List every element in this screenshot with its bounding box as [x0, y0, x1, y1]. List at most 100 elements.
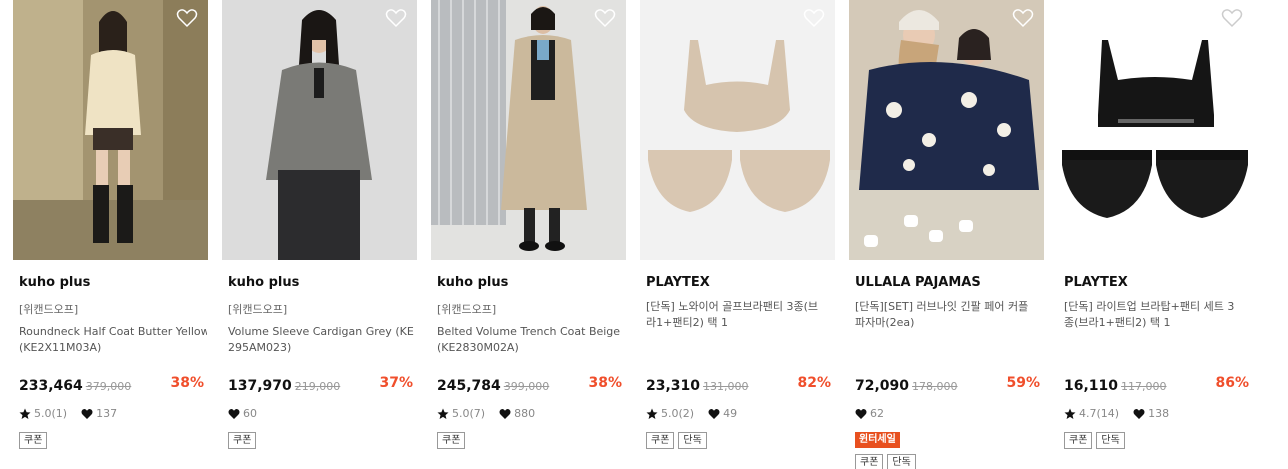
product-name-line: [단독][SET] 러브나잇 긴팔 페어 커플 — [855, 300, 1029, 313]
price-row: 245,784 399,000 38% — [437, 375, 622, 395]
product-card[interactable]: PLAYTEX [단독] 라이트업 브라탑+팬티 세트 3 종(브라1+팬티2)… — [1058, 0, 1253, 469]
sale-price: 72,090 — [855, 378, 910, 394]
product-name[interactable]: [단독] 라이트업 브라탑+팬티 세트 3 종(브라1+팬티2) 택 1 — [1064, 299, 1252, 331]
sale-price: 23,310 — [646, 378, 701, 394]
original-price: 379,000 — [85, 380, 132, 393]
heart-outline-icon[interactable] — [385, 8, 407, 28]
brand-name[interactable]: kuho plus — [437, 275, 508, 290]
product-name[interactable]: Roundneck Half Coat Butter Yellow (KE2X1… — [19, 324, 207, 356]
product-image[interactable] — [222, 0, 417, 260]
coupon-tag: 쿠폰 — [19, 432, 48, 449]
discount-rate: 38% — [588, 375, 622, 391]
product-card[interactable]: PLAYTEX [단독] 노와이어 골프브라팬티 3종(브 라1+팬티2) 택 … — [640, 0, 835, 469]
product-tagline: [위캔드오프] — [437, 303, 497, 316]
original-price: 117,000 — [1121, 380, 1167, 393]
discount-rate: 86% — [1215, 375, 1249, 391]
heart-filled-icon — [499, 408, 511, 420]
product-name-line: (KE2X11M03A) — [19, 341, 102, 354]
heart-outline-icon[interactable] — [1221, 8, 1243, 28]
product-card[interactable]: ULLALA PAJAMAS [단독][SET] 러브나잇 긴팔 페어 커플 파… — [849, 0, 1044, 469]
heart-filled-icon — [228, 408, 240, 420]
rating-value: 5.0(1) — [34, 407, 68, 420]
brand-name[interactable]: PLAYTEX — [646, 275, 710, 290]
original-price: 399,000 — [503, 380, 550, 393]
coupon-tag: 쿠폰 — [855, 454, 884, 469]
rating-value: 5.0(2) — [661, 407, 695, 420]
discount-rate: 37% — [379, 375, 413, 391]
sale-price: 245,784 — [437, 378, 501, 394]
product-name-line: [단독] 노와이어 골프브라팬티 3종(브 — [646, 300, 819, 313]
product-image[interactable] — [849, 0, 1044, 260]
heart-outline-icon[interactable] — [1012, 8, 1034, 28]
product-card[interactable]: kuho plus [위캔드오프] Volume Sleeve Cardigan… — [222, 0, 417, 469]
heart-outline-icon[interactable] — [594, 8, 616, 28]
review-meta: 5.0(1) 137 — [19, 407, 117, 420]
original-price: 178,000 — [912, 380, 958, 393]
brand-name[interactable]: ULLALA PAJAMAS — [855, 275, 981, 290]
product-image[interactable] — [1058, 0, 1253, 260]
tag-list: 쿠폰 — [228, 432, 257, 449]
product-name-line: (KE2830M02A) — [437, 341, 519, 354]
star-icon — [19, 408, 31, 420]
coupon-tag: 쿠폰 — [228, 432, 257, 449]
sale-price: 233,464 — [19, 378, 83, 394]
product-card[interactable]: kuho plus [위캔드오프] Belted Volume Trench C… — [431, 0, 626, 469]
brand-name[interactable]: PLAYTEX — [1064, 275, 1128, 290]
star-icon — [646, 408, 658, 420]
product-name-line: 295AM023) — [228, 341, 292, 354]
product-image[interactable] — [431, 0, 626, 260]
brand-name[interactable]: kuho plus — [228, 275, 299, 290]
product-tagline: [위캔드오프] — [228, 303, 288, 316]
exclusive-tag: 단독 — [678, 432, 707, 449]
tag-list: 쿠폰 — [437, 432, 466, 449]
heart-outline-icon[interactable] — [176, 8, 198, 28]
price-row: 72,090 178,000 59% — [855, 375, 1040, 395]
review-meta: 5.0(2) 49 — [646, 407, 737, 420]
review-meta: 4.7(14) 138 — [1064, 407, 1169, 420]
review-meta: 62 — [855, 407, 884, 420]
star-icon — [437, 408, 449, 420]
exclusive-tag: 단독 — [887, 454, 916, 469]
product-name[interactable]: [단독][SET] 러브나잇 긴팔 페어 커플 파자마(2ea) — [855, 299, 1043, 331]
winter-sale-badge: 윈터세일 — [855, 432, 900, 448]
sale-price: 16,110 — [1064, 378, 1119, 394]
coupon-tag: 쿠폰 — [1064, 432, 1093, 449]
product-name-line: 종(브라1+팬티2) 택 1 — [1064, 316, 1171, 329]
product-name[interactable]: [단독] 노와이어 골프브라팬티 3종(브 라1+팬티2) 택 1 — [646, 299, 834, 331]
product-name[interactable]: Volume Sleeve Cardigan Grey (KE 295AM023… — [228, 324, 416, 356]
product-tagline: [위캔드오프] — [19, 303, 79, 316]
review-meta: 60 — [228, 407, 257, 420]
price-row: 23,310 131,000 82% — [646, 375, 831, 395]
like-count: 60 — [243, 407, 257, 420]
original-price: 131,000 — [703, 380, 749, 393]
brand-name[interactable]: kuho plus — [19, 275, 90, 290]
tag-list: 쿠폰 단독 — [1064, 432, 1125, 449]
product-name-line: 라1+팬티2) 택 1 — [646, 316, 728, 329]
coupon-tag: 쿠폰 — [646, 432, 675, 449]
discount-rate: 59% — [1006, 375, 1040, 391]
heart-outline-icon[interactable] — [803, 8, 825, 28]
product-name-line: Volume Sleeve Cardigan Grey (KE — [228, 325, 414, 338]
coupon-tag: 쿠폰 — [437, 432, 466, 449]
product-name-line: 파자마(2ea) — [855, 316, 915, 329]
product-name-line: Roundneck Half Coat Butter Yellow — [19, 325, 207, 338]
tag-list: 쿠폰 단독 — [855, 454, 916, 469]
product-name[interactable]: Belted Volume Trench Coat Beige (KE2830M… — [437, 324, 625, 356]
original-price: 219,000 — [294, 380, 341, 393]
heart-filled-icon — [81, 408, 93, 420]
price-row: 137,970 219,000 37% — [228, 375, 413, 395]
tag-list: 쿠폰 — [19, 432, 48, 449]
product-card[interactable]: kuho plus [위캔드오프] Roundneck Half Coat Bu… — [13, 0, 208, 469]
discount-rate: 38% — [170, 375, 204, 391]
product-image[interactable] — [13, 0, 208, 260]
sale-price: 137,970 — [228, 378, 292, 394]
product-name-line: Belted Volume Trench Coat Beige — [437, 325, 621, 338]
rating-value: 5.0(7) — [452, 407, 486, 420]
tag-list: 쿠폰 단독 — [646, 432, 707, 449]
star-icon — [1064, 408, 1076, 420]
heart-filled-icon — [708, 408, 720, 420]
discount-rate: 82% — [797, 375, 831, 391]
product-image[interactable] — [640, 0, 835, 260]
like-count: 138 — [1148, 407, 1170, 420]
like-count: 49 — [723, 407, 738, 420]
